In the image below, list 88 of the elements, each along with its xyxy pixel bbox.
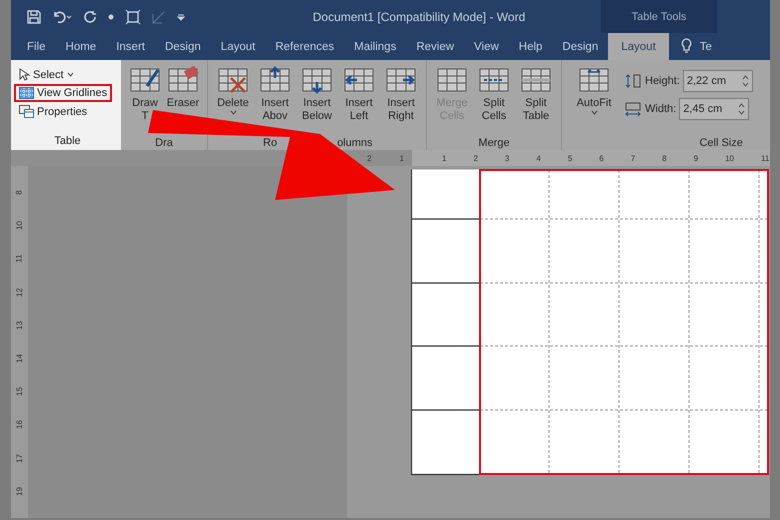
dot-icon[interactable] <box>108 14 114 20</box>
row-height-icon <box>624 73 642 89</box>
spin-arrows-icon[interactable] <box>742 75 749 87</box>
contextual-title: Table Tools <box>632 10 686 22</box>
ribbon-tab[interactable]: Insert <box>106 33 155 60</box>
lightbulb-icon[interactable] <box>680 38 692 53</box>
group-label: Table <box>53 135 82 149</box>
gridlines-button[interactable]: View Gridlines <box>14 84 112 102</box>
eraser-button[interactable]: Eraser <box>166 66 200 110</box>
field-label: Width: <box>645 103 676 115</box>
ruler-number: 6 <box>599 154 604 162</box>
column-width-icon <box>624 101 642 117</box>
ruler-number: 2 <box>473 154 478 162</box>
spin-arrows-icon[interactable] <box>738 103 746 115</box>
ruler-number: 8 <box>15 190 24 195</box>
ruler-number: 2 <box>367 154 372 162</box>
ruler-number: 9 <box>694 154 698 162</box>
tell-me-field[interactable]: Te <box>700 41 712 53</box>
ruler-number: 12 <box>15 288 24 297</box>
width-spin-field[interactable]: 2,45 cm <box>679 98 750 120</box>
below-table-icon <box>301 66 333 94</box>
caret-icon <box>230 110 236 115</box>
ruler-number: 10 <box>725 154 734 162</box>
split-table-button[interactable]: Split Table <box>518 66 554 122</box>
properties-button[interactable]: Properties <box>14 102 92 121</box>
ribbon-tab[interactable]: Layout <box>210 33 266 60</box>
ruler-number: 5 <box>568 154 572 162</box>
right-button[interactable]: Insert Right <box>383 66 419 122</box>
ruler-number: 10 <box>15 221 24 230</box>
ribbon-tab[interactable]: File <box>17 33 56 60</box>
ruler-number: 4 <box>536 154 541 162</box>
left-button[interactable]: Insert Left <box>341 66 377 122</box>
cursor-icon <box>19 68 30 81</box>
below-button[interactable]: Insert Below <box>299 66 335 122</box>
ruler-number: 1 <box>442 154 446 162</box>
ruler-number: 1 <box>400 154 404 162</box>
autofit-table-icon <box>578 66 610 94</box>
ribbon-tab[interactable]: References <box>265 33 344 60</box>
split-table-table-icon <box>520 66 552 94</box>
ribbon-tab[interactable]: Design <box>552 33 608 60</box>
ruler-number: 11 <box>760 154 770 162</box>
ruler-number: 17 <box>15 454 24 463</box>
above-table-icon <box>259 66 291 94</box>
ruler-number: 16 <box>15 420 24 430</box>
table-properties-icon <box>19 105 34 118</box>
height-spin-field[interactable]: 2,22 cm <box>682 70 753 92</box>
select-button[interactable]: Select <box>14 65 79 84</box>
left-table-icon <box>343 66 375 94</box>
split-cells-table-icon <box>478 66 510 94</box>
group-label: Cell Size <box>698 137 744 150</box>
delete-table-icon <box>217 66 249 94</box>
ruler-number: 11 <box>15 254 24 264</box>
ruler-number: 15 <box>15 387 24 396</box>
ruler-number: 7 <box>630 154 636 162</box>
save-icon[interactable] <box>27 10 41 24</box>
eraser-table-icon <box>167 66 199 94</box>
caret-icon <box>590 110 598 115</box>
ribbon-tab[interactable]: Review <box>406 33 464 60</box>
redo-icon[interactable] <box>83 10 97 24</box>
window-title: Document1 [Compatibility Mode] - Word <box>312 10 526 24</box>
group-label: olumns <box>337 137 373 149</box>
caret-icon <box>66 72 74 77</box>
ruler-number: 3 <box>504 154 510 162</box>
group-label: Merge <box>477 137 511 150</box>
undo-icon[interactable] <box>52 10 72 24</box>
ruler-number: 8 <box>662 154 667 162</box>
merge-table-icon <box>436 66 468 94</box>
customize-caret-icon[interactable] <box>177 12 185 20</box>
above-button[interactable]: Insert Abov <box>257 66 293 122</box>
draw-table-icon <box>129 66 161 94</box>
ribbon-tab[interactable]: Help <box>508 33 552 60</box>
ribbon-tab[interactable]: Layout <box>608 33 669 60</box>
field-label: Height: <box>645 75 680 87</box>
autofit-button[interactable]: AutoFit <box>574 66 614 115</box>
right-table-icon <box>385 66 417 94</box>
delete-button[interactable]: Delete <box>215 66 251 115</box>
grid-icon <box>19 87 34 99</box>
group-label: Dra <box>154 137 174 150</box>
ribbon-tab[interactable]: Home <box>56 33 106 60</box>
ruler-number: 19 <box>15 486 24 496</box>
ruler-number: 13 <box>15 320 24 330</box>
group-label: Ro <box>263 137 278 149</box>
ruler-number: 14 <box>15 354 24 363</box>
ribbon-tab[interactable]: Mailings <box>344 33 406 60</box>
ribbon-tab[interactable]: Design <box>154 33 211 60</box>
select-frame-icon[interactable] <box>125 8 141 24</box>
split-cells-button[interactable]: Split Cells <box>476 66 512 122</box>
ribbon-tab[interactable]: View <box>464 33 509 60</box>
